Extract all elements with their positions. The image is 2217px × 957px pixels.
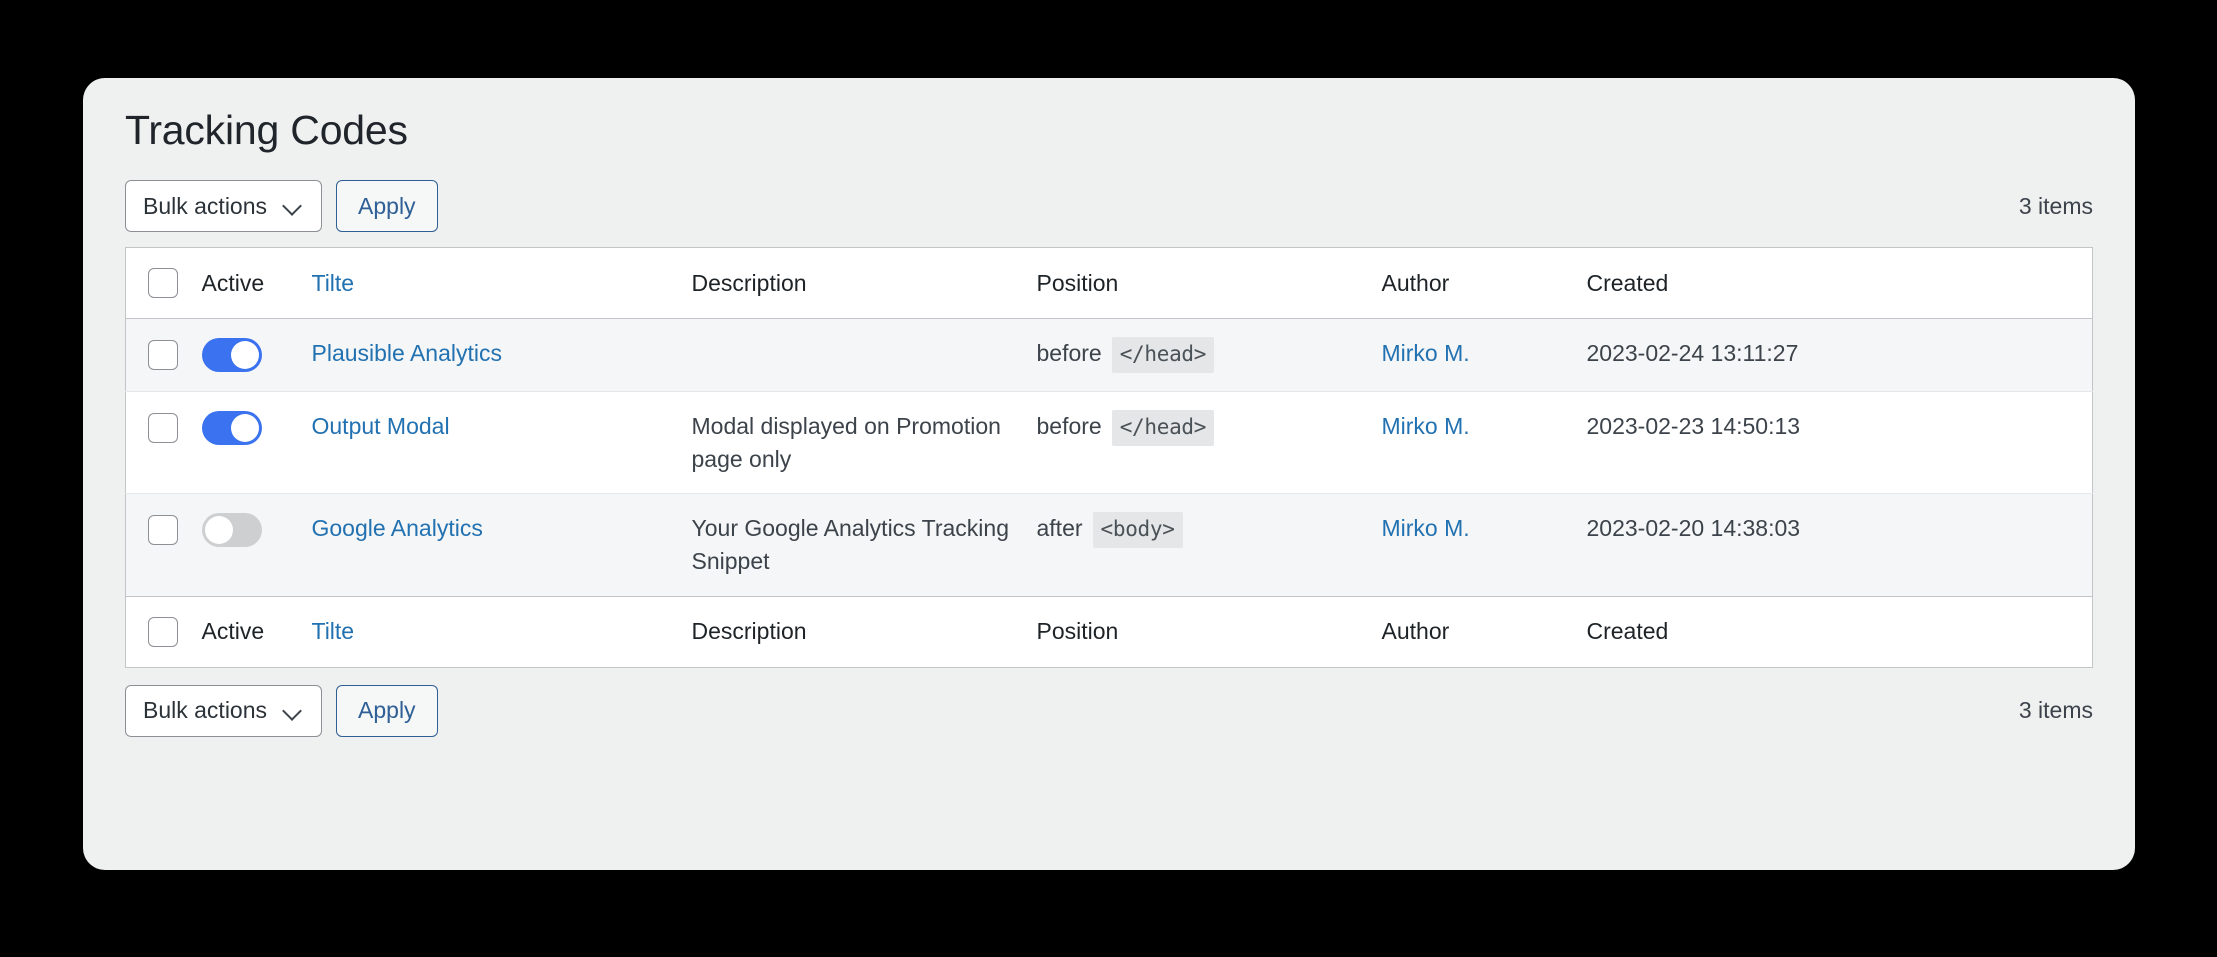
row-position-cell: after <body> <box>1026 493 1372 597</box>
row-position-code: </head> <box>1111 337 1215 373</box>
row-position-word: before <box>1036 340 1102 367</box>
table-head: Active Tilte Description Position Author… <box>125 247 2093 320</box>
bulk-actions-select-bottom-label: Bulk actions <box>143 697 268 724</box>
bulk-actions-select-top[interactable]: Bulk actions <box>125 180 323 233</box>
apply-button-top-label: Apply <box>358 192 416 219</box>
row-description-cell <box>681 318 1027 392</box>
apply-button-bottom-label: Apply <box>358 697 416 724</box>
apply-button-top[interactable]: Apply <box>336 180 438 233</box>
row-description-cell: Modal displayed on Promotion page only <box>681 390 1027 494</box>
row-position-cell: before </head> <box>1026 318 1372 392</box>
page-title: Tracking Codes <box>125 107 408 153</box>
bulk-actions-select-top-label: Bulk actions <box>143 192 268 219</box>
chevron-down-icon <box>283 195 305 217</box>
row-title-link[interactable]: Output Modal <box>312 413 450 439</box>
row-active-cell <box>191 493 302 597</box>
active-toggle[interactable] <box>201 410 262 445</box>
footer-title[interactable]: Tilte <box>301 595 682 668</box>
tracking-codes-table: Active Tilte Description Position Author… <box>125 247 2093 668</box>
toggle-knob <box>230 341 259 370</box>
row-select-cell <box>125 318 192 392</box>
table-body: Plausible Analytics before </head> Mirko … <box>125 318 2093 597</box>
footer-title-sort-link[interactable]: Tilte <box>312 618 355 644</box>
header-select-all-cell <box>125 247 192 320</box>
row-title-cell: Google Analytics <box>301 493 682 597</box>
footer-position: Position <box>1026 595 1372 668</box>
row-author-cell: Mirko M. <box>1371 318 1577 392</box>
header-author: Author <box>1371 247 1577 320</box>
footer-select-all-cell <box>125 595 192 668</box>
row-author-cell: Mirko M. <box>1371 493 1577 597</box>
row-title-link[interactable]: Plausible Analytics <box>312 340 503 366</box>
row-created-cell: 2023-02-23 14:50:13 <box>1576 390 2093 494</box>
active-toggle[interactable] <box>201 338 262 373</box>
table-header-row: Active Tilte Description Position Author… <box>125 247 2093 320</box>
items-count-bottom: 3 items <box>2018 697 2093 724</box>
header-title-sort-link[interactable]: Tilte <box>312 270 355 296</box>
row-checkbox[interactable] <box>148 412 178 443</box>
row-title-cell: Plausible Analytics <box>301 318 682 392</box>
footer-author: Author <box>1371 595 1577 668</box>
tablenav-bottom: Bulk actions Apply 3 items <box>125 684 2093 738</box>
row-select-cell <box>125 390 192 494</box>
row-created-cell: 2023-02-20 14:38:03 <box>1576 493 2093 597</box>
row-position-cell: before </head> <box>1026 390 1372 494</box>
row-title-cell: Output Modal <box>301 390 682 494</box>
table-foot: Active Tilte Description Position Author… <box>125 595 2093 668</box>
row-author-cell: Mirko M. <box>1371 390 1577 494</box>
bulk-actions-select-bottom[interactable]: Bulk actions <box>125 684 323 737</box>
toggle-knob <box>204 516 233 545</box>
table-row: Google Analytics Your Google Analytics T… <box>125 493 2093 597</box>
row-description-cell: Your Google Analytics Tracking Snippet <box>681 493 1027 597</box>
row-position-word: before <box>1036 412 1102 439</box>
table-row: Plausible Analytics before </head> Mirko … <box>125 318 2093 392</box>
active-toggle[interactable] <box>201 513 262 548</box>
footer-created: Created <box>1576 595 2093 668</box>
select-all-checkbox-bottom[interactable] <box>148 616 178 647</box>
row-author-link[interactable]: Mirko M. <box>1382 515 1470 541</box>
apply-button-bottom[interactable]: Apply <box>336 684 438 737</box>
header-active: Active <box>191 247 302 320</box>
items-count-top: 3 items <box>2018 192 2093 219</box>
row-position-word: after <box>1036 515 1083 542</box>
row-title-link[interactable]: Google Analytics <box>312 515 483 541</box>
tablenav-top: Bulk actions Apply 3 items <box>125 179 2093 233</box>
row-created-cell: 2023-02-24 13:11:27 <box>1576 318 2093 392</box>
row-position-code: </head> <box>1111 409 1215 446</box>
row-position-code: <body> <box>1092 512 1183 549</box>
select-all-checkbox-top[interactable] <box>148 268 178 299</box>
table-footer-row: Active Tilte Description Position Author… <box>125 595 2093 668</box>
header-created: Created <box>1576 247 2093 320</box>
bulk-actions-group-bottom: Bulk actions Apply <box>125 684 438 737</box>
header-position: Position <box>1026 247 1372 320</box>
bulk-actions-group-top: Bulk actions Apply <box>125 180 438 233</box>
row-active-cell <box>191 318 302 392</box>
header-description: Description <box>681 247 1027 320</box>
footer-active: Active <box>191 595 302 668</box>
toggle-knob <box>230 413 259 442</box>
row-checkbox[interactable] <box>148 515 178 546</box>
header-title[interactable]: Tilte <box>301 247 682 320</box>
footer-description: Description <box>681 595 1027 668</box>
chevron-down-icon <box>283 700 305 722</box>
row-select-cell <box>125 493 192 597</box>
table-row: Output Modal Modal displayed on Promotio… <box>125 390 2093 494</box>
row-active-cell <box>191 390 302 494</box>
tracking-codes-card: Tracking Codes Bulk actions Apply 3 item… <box>83 78 2135 870</box>
row-author-link[interactable]: Mirko M. <box>1382 340 1470 366</box>
row-author-link[interactable]: Mirko M. <box>1382 413 1470 439</box>
row-checkbox[interactable] <box>148 340 178 371</box>
